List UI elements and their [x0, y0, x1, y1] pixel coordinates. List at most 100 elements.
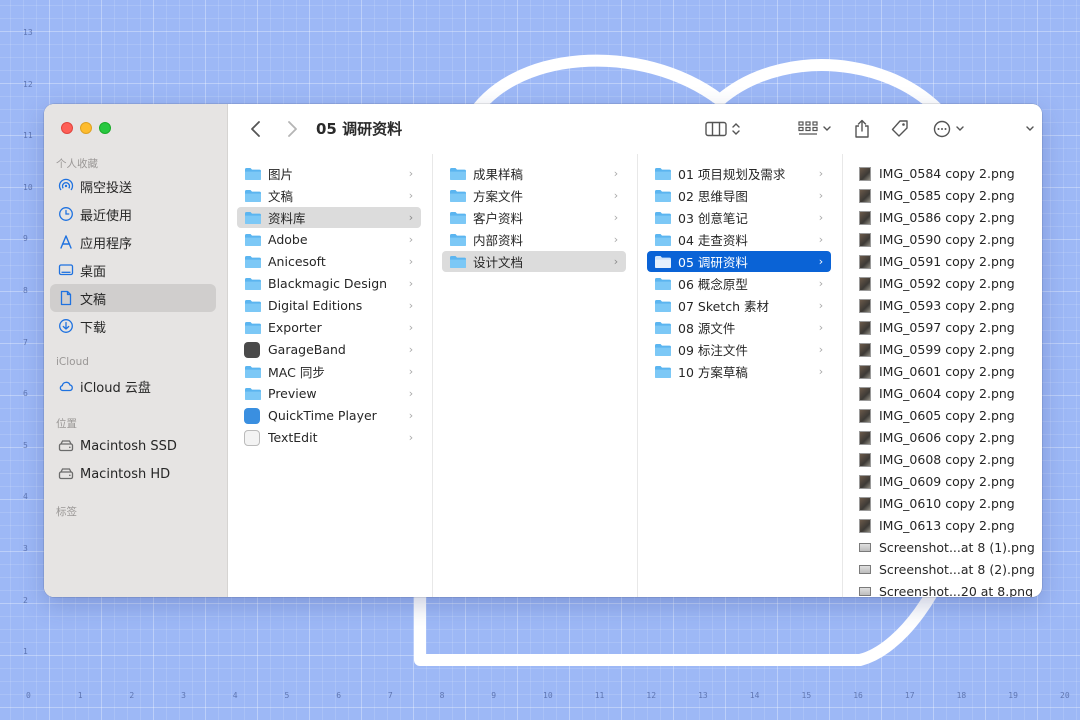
file-row[interactable]: IMG_0592 copy 2.png [852, 273, 1038, 294]
minimize-window-button[interactable] [80, 122, 92, 134]
ruler-x-tick: 2 [129, 691, 135, 700]
file-row[interactable]: IMG_0590 copy 2.png [852, 229, 1038, 250]
folder-row[interactable]: 客户资料 › [442, 207, 626, 228]
column-3[interactable]: 01 项目规划及需求 › 02 思维导图 › 03 创意笔记 › 04 走查资料 › 05 调研… [638, 154, 843, 597]
row-label: IMG_0586 copy 2.png [879, 210, 1015, 225]
chevron-right-icon [288, 121, 297, 137]
file-row[interactable]: Screenshot...at 8 (1).png [852, 537, 1038, 558]
folder-row[interactable]: 03 创意笔记 › [647, 207, 831, 228]
app-row[interactable]: QuickTime Player › [237, 405, 421, 426]
folder-row[interactable]: 09 标注文件 › [647, 339, 831, 360]
folder-row[interactable]: 10 方案草稿 › [647, 361, 831, 382]
row-label: 方案文件 [473, 189, 524, 204]
folder-row[interactable]: 07 Sketch 素材 › [647, 295, 831, 316]
toolbar-overflow-button[interactable] [1020, 116, 1040, 142]
chevron-right-icon: › [613, 233, 619, 246]
sidebar-item-label: 桌面 [80, 264, 107, 280]
file-row[interactable]: IMG_0606 copy 2.png [852, 427, 1038, 448]
folder-row[interactable]: 资料库 › [237, 207, 421, 228]
folder-row[interactable]: 05 调研资料 › [647, 251, 831, 272]
image-thumbnail-icon [859, 386, 871, 401]
folder-icon [244, 299, 262, 313]
file-row[interactable]: IMG_0604 copy 2.png [852, 383, 1038, 404]
share-button[interactable] [850, 116, 874, 142]
view-mode-button[interactable] [702, 116, 744, 142]
cloud-icon [58, 378, 74, 394]
folder-row[interactable]: MAC 同步 › [237, 361, 421, 382]
folder-row[interactable]: Exporter › [237, 317, 421, 338]
folder-row[interactable]: 02 思维导图 › [647, 185, 831, 206]
folder-row[interactable]: 文稿 › [237, 185, 421, 206]
sidebar-item[interactable]: 隔空投送 [50, 172, 216, 200]
folder-row[interactable]: 06 概念原型 › [647, 273, 831, 294]
folder-row[interactable]: 方案文件 › [442, 185, 626, 206]
file-row[interactable]: IMG_0608 copy 2.png [852, 449, 1038, 470]
folder-row[interactable]: 08 源文件 › [647, 317, 831, 338]
ruler-x-tick: 20 [1060, 691, 1070, 700]
ruler-x-tick: 9 [491, 691, 497, 700]
folder-row[interactable]: 成果样稿 › [442, 163, 626, 184]
row-label: QuickTime Player [268, 408, 377, 423]
sidebar-item[interactable]: 下载 [50, 312, 216, 340]
file-row[interactable]: Screenshot...at 8 (2).png [852, 559, 1038, 580]
file-row[interactable]: IMG_0585 copy 2.png [852, 185, 1038, 206]
app-row[interactable]: GarageBand › [237, 339, 421, 360]
file-row[interactable]: IMG_0597 copy 2.png [852, 317, 1038, 338]
row-label: Digital Editions [268, 298, 363, 313]
ruler-y-tick: 6 [23, 389, 28, 399]
sidebar-item[interactable]: 最近使用 [50, 200, 216, 228]
folder-row[interactable]: Digital Editions › [237, 295, 421, 316]
screenshot-thumbnail-icon [859, 543, 871, 552]
folder-row[interactable]: 01 项目规划及需求 › [647, 163, 831, 184]
more-actions-button[interactable] [930, 116, 968, 142]
folder-row[interactable]: Preview › [237, 383, 421, 404]
file-row[interactable]: IMG_0601 copy 2.png [852, 361, 1038, 382]
file-row[interactable]: IMG_0599 copy 2.png [852, 339, 1038, 360]
sidebar-item[interactable]: 桌面 [50, 256, 216, 284]
file-row[interactable]: Screenshot...20 at 8.png [852, 581, 1038, 597]
sidebar-item[interactable]: Macintosh HD [50, 460, 216, 488]
sidebar-item[interactable]: iCloud 云盘 [50, 372, 216, 400]
folder-row[interactable]: 04 走查资料 › [647, 229, 831, 250]
column-1[interactable]: 图片 › 文稿 › 资料库 › Adobe › Anicesoft › Blackmagic Des… [228, 154, 433, 597]
folder-icon [654, 299, 672, 313]
sidebar-item[interactable]: Macintosh SSD [50, 432, 216, 460]
forward-button[interactable] [280, 116, 304, 142]
folder-row[interactable]: 设计文档 › [442, 251, 626, 272]
sidebar-item[interactable]: 应用程序 [50, 228, 216, 256]
folder-icon [244, 387, 262, 401]
image-thumbnail-icon [859, 452, 871, 467]
file-row[interactable]: IMG_0613 copy 2.png [852, 515, 1038, 536]
sidebar: 个人收藏 隔空投送 最近使用 应用程序 桌面 文稿 下载 iCloud iCloud 云盘 位置 M… [44, 104, 228, 597]
group-button[interactable] [794, 116, 836, 142]
image-thumbnail-icon [859, 518, 871, 533]
tag-button[interactable] [888, 116, 912, 142]
sidebar-item[interactable]: 文稿 [50, 284, 216, 312]
column-2[interactable]: 成果样稿 › 方案文件 › 客户资料 › 内部资料 › 设计文档 › [433, 154, 638, 597]
folder-row[interactable]: Blackmagic Design › [237, 273, 421, 294]
folder-row[interactable]: 内部资料 › [442, 229, 626, 250]
file-row[interactable]: IMG_0610 copy 2.png [852, 493, 1038, 514]
folder-row[interactable]: Adobe › [237, 229, 421, 250]
file-row[interactable]: IMG_0609 copy 2.png [852, 471, 1038, 492]
close-window-button[interactable] [61, 122, 73, 134]
folder-row[interactable]: 图片 › [237, 163, 421, 184]
back-button[interactable] [244, 116, 268, 142]
zoom-window-button[interactable] [99, 122, 111, 134]
ruler-x-tick: 13 [698, 691, 708, 700]
row-label: Preview [268, 386, 317, 401]
file-row[interactable]: IMG_0591 copy 2.png [852, 251, 1038, 272]
chevron-right-icon: › [408, 387, 414, 400]
file-row[interactable]: IMG_0605 copy 2.png [852, 405, 1038, 426]
folder-icon [449, 233, 467, 247]
file-row[interactable]: IMG_0584 copy 2.png [852, 163, 1038, 184]
column-4[interactable]: IMG_0584 copy 2.png IMG_0585 copy 2.png IM… [843, 154, 1042, 597]
file-row[interactable]: IMG_0593 copy 2.png [852, 295, 1038, 316]
app-icon [244, 341, 260, 358]
image-thumbnail-icon [859, 408, 871, 423]
app-row[interactable]: TextEdit › [237, 427, 421, 448]
file-row[interactable]: IMG_0586 copy 2.png [852, 207, 1038, 228]
folder-row[interactable]: Anicesoft › [237, 251, 421, 272]
ruler-x-tick: 10 [543, 691, 553, 700]
chevron-right-icon: › [408, 189, 414, 202]
